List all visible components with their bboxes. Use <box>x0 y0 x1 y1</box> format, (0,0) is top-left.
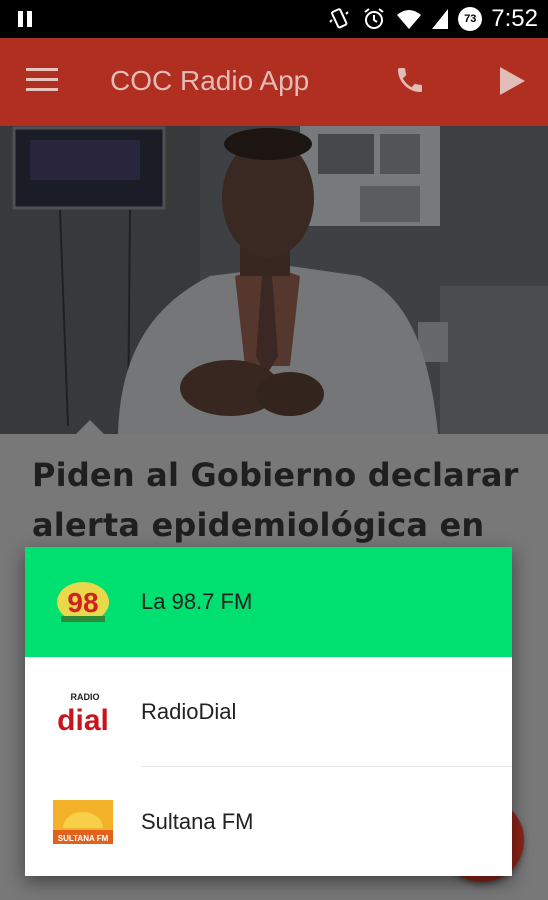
station-dialog: 98 La 98.7 FM RADIO dial RadioDial SULTA… <box>25 547 512 876</box>
la-98-logo-text: 98 <box>67 587 98 618</box>
clock: 7:52 <box>491 5 538 32</box>
wifi-icon <box>397 10 422 29</box>
station-label: Sultana FM <box>141 809 254 834</box>
menu-icon[interactable] <box>26 68 58 94</box>
signal-icon <box>432 9 449 29</box>
status-icons: 73 7:52 <box>326 4 538 34</box>
alarm-icon <box>364 8 384 29</box>
station-label: RadioDial <box>141 699 237 724</box>
pause-icon <box>18 11 36 27</box>
app-bar: COC Radio App <box>0 38 548 126</box>
station-item-la-98-7[interactable]: 98 La 98.7 FM <box>25 547 512 657</box>
station-item-radiodial[interactable]: RADIO dial RadioDial <box>25 657 512 767</box>
svg-text:RADIO: RADIO <box>71 692 100 702</box>
app-title: COC Radio App <box>110 65 310 96</box>
radiodial-logo-icon: RADIO dial <box>57 692 109 736</box>
article-image <box>0 126 548 434</box>
play-icon[interactable] <box>498 66 526 96</box>
sultana-fm-logo-text: SULTANA FM <box>58 834 109 843</box>
station-label: La 98.7 FM <box>141 589 253 614</box>
battery-icon: 73 <box>458 7 483 31</box>
sultana-fm-logo-icon: SULTANA FM <box>53 800 113 844</box>
status-bar: 73 7:52 <box>0 0 548 38</box>
la-98-logo-icon: 98 <box>57 582 109 622</box>
radiodial-logo-text: dial <box>57 704 109 736</box>
phone-icon[interactable] <box>394 64 426 96</box>
station-item-sultana-fm[interactable]: SULTANA FM Sultana FM <box>25 767 512 877</box>
vibrate-icon <box>329 8 349 29</box>
image-notch <box>76 420 104 434</box>
